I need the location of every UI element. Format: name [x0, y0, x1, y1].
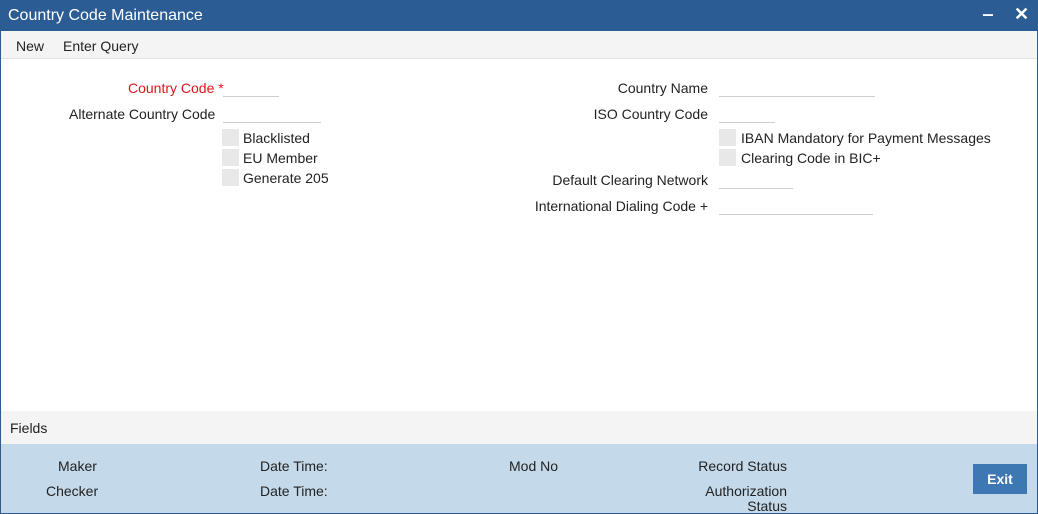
- checker-label: Checker: [46, 483, 99, 499]
- international-dialing-code-label: International Dialing Code +: [534, 198, 708, 214]
- eu-member-checkbox[interactable]: [222, 149, 239, 166]
- exit-button[interactable]: Exit: [973, 464, 1027, 494]
- menu-bar: New Enter Query: [1, 31, 1037, 59]
- default-clearing-network-label: Default Clearing Network: [552, 172, 708, 188]
- title-bar: Country Code Maintenance ‒ ✕: [1, 1, 1037, 31]
- checker-date-time-label: Date Time:: [260, 483, 328, 499]
- maker-date-time-label: Date Time:: [260, 458, 328, 474]
- maker-label: Maker: [58, 458, 97, 474]
- international-dialing-code-input[interactable]: [719, 194, 873, 215]
- iban-mandatory-checkbox[interactable]: [719, 129, 736, 146]
- country-name-input[interactable]: [719, 76, 875, 97]
- alternate-country-code-label: Alternate Country Code: [69, 106, 216, 122]
- fields-section: Fields: [1, 411, 1037, 444]
- record-status-label: Record Status: [698, 458, 787, 474]
- generate-205-label: Generate 205: [243, 170, 329, 186]
- clearing-code-bic-checkbox[interactable]: [719, 149, 736, 166]
- alternate-country-code-input[interactable]: [223, 102, 321, 123]
- iso-country-code-label: ISO Country Code: [593, 106, 708, 122]
- close-icon[interactable]: ✕: [1014, 4, 1029, 25]
- new-menu-item[interactable]: New: [16, 38, 44, 54]
- iban-mandatory-label: IBAN Mandatory for Payment Messages: [741, 130, 991, 146]
- blacklisted-checkbox[interactable]: [222, 129, 239, 146]
- generate-205-checkbox[interactable]: [222, 169, 239, 186]
- default-clearing-network-input[interactable]: [719, 168, 793, 189]
- window-title: Country Code Maintenance: [8, 7, 203, 24]
- eu-member-label: EU Member: [243, 150, 318, 166]
- country-code-input[interactable]: [223, 76, 279, 97]
- iso-country-code-input[interactable]: [719, 102, 775, 123]
- authorization-status-label-line1: Authorization: [705, 483, 787, 499]
- authorization-status-label-line2: Status: [747, 498, 787, 514]
- mod-no-label: Mod No: [509, 458, 559, 474]
- country-code-maintenance-window: Country Code Maintenance ‒ ✕ New Enter Q…: [0, 0, 1038, 514]
- audit-footer: Maker Checker Date Time: Date Time: Mod …: [1, 444, 1037, 514]
- blacklisted-label: Blacklisted: [243, 130, 310, 146]
- country-code-label: Country Code *: [128, 80, 224, 96]
- fields-link[interactable]: Fields: [10, 420, 47, 436]
- country-name-label: Country Name: [617, 80, 708, 96]
- enter-query-menu-item[interactable]: Enter Query: [63, 38, 138, 54]
- clearing-code-bic-label: Clearing Code in BIC+: [741, 150, 881, 166]
- minimize-icon[interactable]: ‒: [983, 4, 993, 25]
